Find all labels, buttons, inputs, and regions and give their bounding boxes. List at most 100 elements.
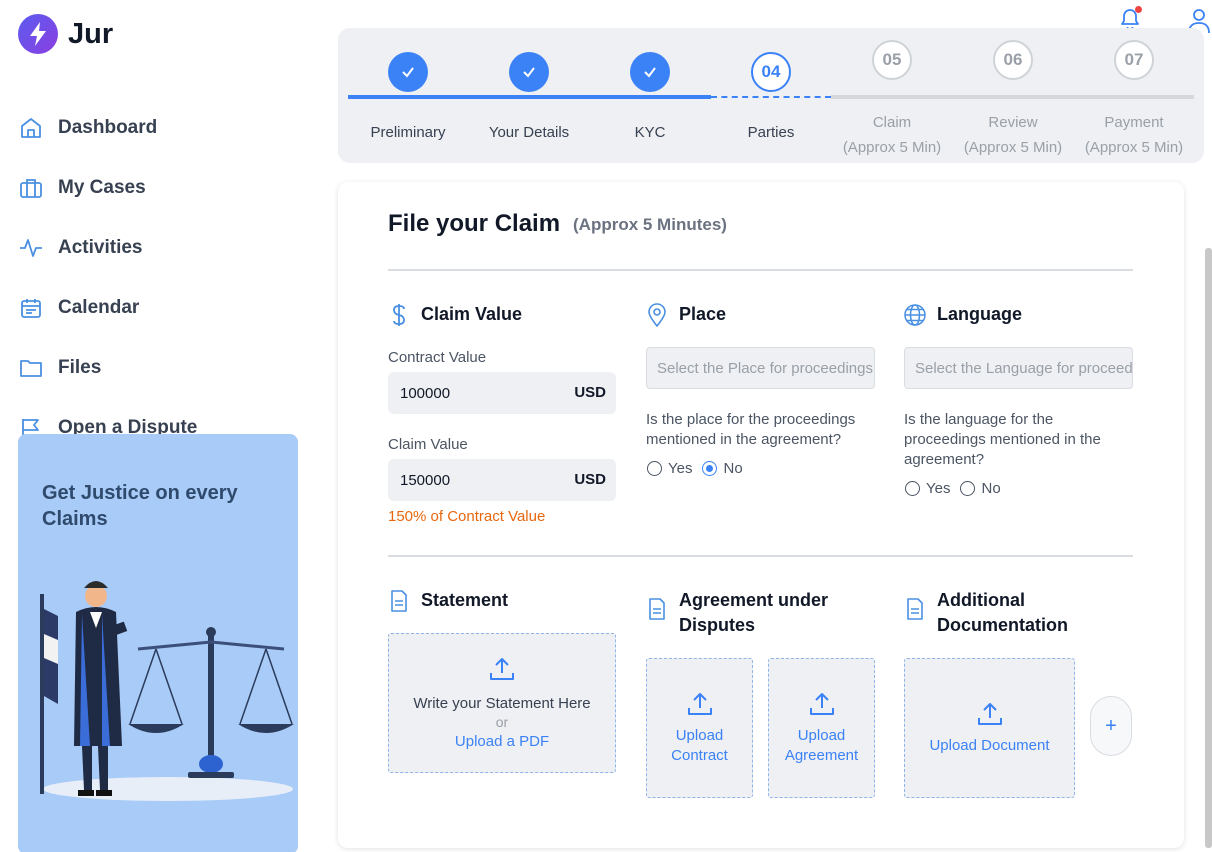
step-label: Preliminary [370,124,446,141]
step-label: KYC [634,124,666,141]
place-radio-no[interactable]: No [702,460,743,477]
step-payment[interactable]: 07 [1074,40,1194,80]
check-icon [630,52,670,92]
place-question: Is the place for the proceedings mention… [646,411,856,448]
sidebar-item-label: Activities [58,237,143,258]
sidebar-item-label: Calendar [58,297,140,318]
statement-dropzone[interactable]: Write your Statement Here or Upload a PD… [388,633,616,773]
upload-agreement-dropzone[interactable]: Upload Agreement [768,658,875,798]
contract-value-label: Contract Value [388,349,487,366]
stepper-track-remaining [831,95,1194,99]
promo-text: Get Justice on every Claims [42,482,238,530]
language-select[interactable] [904,347,1133,389]
language-radio-yes[interactable]: Yes [905,480,950,497]
step-label: Review [988,114,1038,131]
step-review[interactable]: 06 [953,40,1073,80]
section-title: Language [937,304,1023,324]
add-document-button[interactable]: + [1090,696,1132,756]
upload-icon [809,693,834,715]
write-statement-label: Write your Statement Here [413,694,591,712]
section-title: Place [679,304,727,324]
document-icon [904,596,926,622]
claim-value-input[interactable] [388,459,568,501]
sidebar-item-activities[interactable]: Activities [18,218,197,278]
home-icon [18,115,44,141]
claim-value-header: Claim Value [388,302,522,328]
divider [388,555,1133,557]
radio-label: No [981,480,1001,497]
section-title: Statement [421,590,509,610]
step-sublabel: (Approx 5 Min) [1084,139,1184,156]
justice-illustration [40,581,294,801]
step-label: Parties [747,124,795,141]
language-header: Language [904,302,1022,328]
claim-value-field[interactable]: USD [388,459,616,501]
step-claim[interactable]: 05 [832,40,952,80]
app-name: Jur [68,17,114,50]
page-scrollbar[interactable] [1205,248,1212,848]
step-kyc[interactable] [590,52,710,92]
upload-icon [977,703,1002,725]
sidebar-item-label: Files [58,357,102,378]
sidebar-item-label: My Cases [58,177,146,198]
additional-docs-header: Additional Documentation [904,588,1077,638]
contract-value-input[interactable] [388,372,568,414]
notification-dot [1135,6,1142,13]
sidebar-item-label: Dashboard [58,117,158,138]
document-icon [646,596,668,622]
place-select[interactable] [646,347,875,389]
stepper-track-completed [348,95,711,99]
section-title: Claim Value [421,304,523,324]
upload-icon [490,657,514,680]
step-number: 04 [751,52,791,92]
stepper-track-current [711,96,831,98]
step-parties[interactable]: 04 [711,52,831,92]
step-number: 06 [993,40,1033,80]
document-icon [388,588,410,614]
step-label: Claim [872,114,912,131]
promo-banner: Get Justice on every Claims [18,434,298,852]
sidebar-item-my-cases[interactable]: My Cases [18,158,197,218]
section-title: Agreement under Disputes [679,590,829,635]
sidebar-item-dashboard[interactable]: Dashboard [18,98,197,158]
step-label-group: Claim (Approx 5 Min) [832,110,952,160]
calendar-icon [18,295,44,321]
step-sublabel: (Approx 5 Min) [842,139,942,156]
place-header: Place [646,302,726,328]
radio-circle [960,481,976,496]
upload-document-dropzone[interactable]: Upload Document [904,658,1075,798]
claim-value-label: Claim Value [388,436,468,453]
section-title: Additional Documentation [937,590,1069,635]
app-logo[interactable]: Jur [18,14,113,54]
check-icon [509,52,549,92]
language-radio-group: Yes No [905,480,1011,497]
lightning-logo-icon [18,14,58,54]
check-icon [388,52,428,92]
language-question: Is the language for the proceedings ment… [904,411,1101,468]
location-pin-icon [646,302,668,328]
step-label: Your Details [488,124,570,141]
radio-circle [702,461,718,476]
folder-icon [18,355,44,381]
dollar-icon [388,302,410,328]
sidebar-item-calendar[interactable]: Calendar [18,278,197,338]
upload-icon [687,693,712,715]
place-radio-yes[interactable]: Yes [647,460,692,477]
agreement-header: Agreement under Disputes [646,588,849,638]
step-your-details[interactable] [469,52,589,92]
language-radio-no[interactable]: No [960,480,1001,497]
upload-document-label: Upload Document [929,737,1050,754]
sidebar-item-files[interactable]: Files [18,338,197,398]
upload-contract-dropzone[interactable]: Upload Contract [646,658,753,798]
briefcase-icon [18,175,44,201]
step-sublabel: (Approx 5 Min) [963,139,1063,156]
radio-label: Yes [668,460,693,477]
activity-icon [18,235,44,261]
contract-value-field[interactable]: USD [388,372,616,414]
upload-pdf-link[interactable]: Upload a PDF [455,732,549,752]
or-label: or [495,713,509,730]
upload-agreement-label: Upload Agreement [784,727,859,764]
step-preliminary[interactable] [348,52,468,92]
step-number: 05 [872,40,912,80]
upload-contract-label: Upload Contract [671,727,728,764]
